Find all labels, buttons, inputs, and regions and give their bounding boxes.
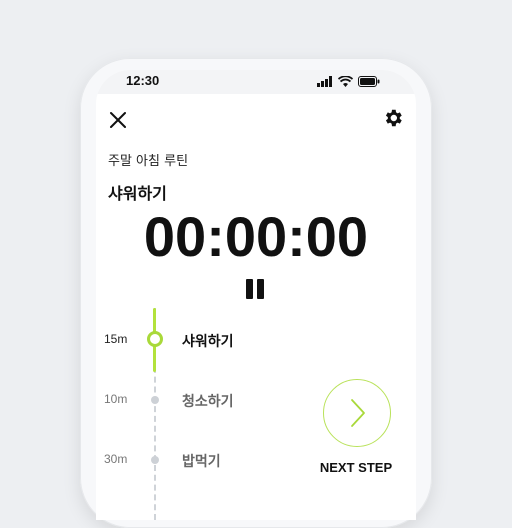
status-bar: 12:30 [96, 70, 416, 94]
step-marker [151, 456, 159, 464]
pause-bar-left [246, 279, 253, 299]
status-time: 12:30 [126, 73, 160, 88]
step-label: 샤워하기 [182, 334, 234, 350]
step-label: 청소하기 [182, 394, 234, 410]
settings-button[interactable] [382, 107, 404, 129]
current-step-title: 샤워하기 [108, 184, 167, 203]
step-duration: 30m [104, 452, 128, 466]
timer-display: 00:00:00 [143, 205, 369, 268]
routine-name: 주말 아침 루틴 [108, 154, 189, 169]
step-label: 밥먹기 [182, 454, 221, 470]
battery-icon [358, 76, 380, 87]
app-screen: 12:30 주말 아침 루틴 샤워하기 00:00:00 15m 샤워하기 10… [96, 70, 416, 520]
gear-icon [385, 109, 402, 127]
step-duration: 10m [104, 392, 128, 406]
close-icon [110, 112, 126, 128]
next-step-button[interactable] [323, 379, 391, 447]
step-duration: 15m [104, 332, 128, 346]
system-icons [317, 76, 380, 87]
step-item[interactable]: 15m 샤워하기 [96, 328, 416, 352]
step-marker-active [147, 331, 163, 347]
chevron-right-icon [351, 399, 365, 427]
pause-bar-right [257, 279, 264, 299]
next-step-label[interactable]: NEXT STEP [306, 460, 406, 475]
step-marker [151, 396, 159, 404]
close-button[interactable] [106, 108, 130, 132]
signal-icon [317, 76, 332, 87]
pause-button[interactable] [244, 278, 268, 302]
wifi-icon [338, 76, 353, 87]
